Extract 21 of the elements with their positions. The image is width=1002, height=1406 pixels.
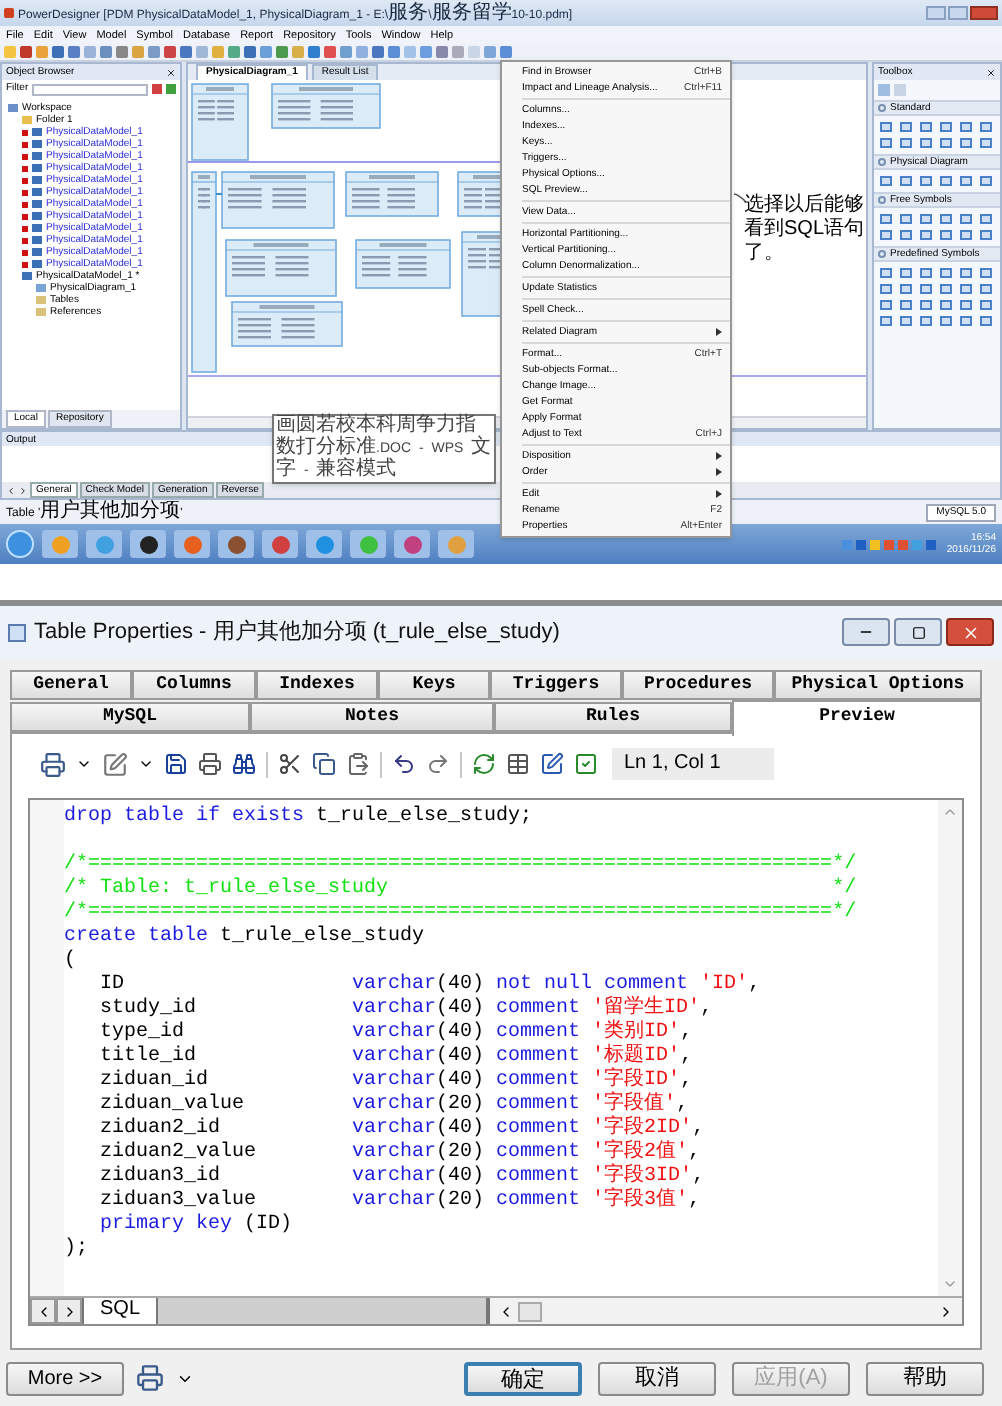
annotation-text: 选择以后能够看到SQL语句了。 (744, 194, 867, 266)
code-line: /*==============================================================*/ (64, 854, 859, 877)
code-line: study_id varchar(40) comment '留学生ID', (98, 998, 715, 1020)
code-line: ); (64, 1238, 91, 1262)
code-line: ziduan3_id varchar(40) comment '字段3ID', (98, 1166, 707, 1188)
code-line: ziduan3_value varchar(20) comment '字段3值', (98, 1190, 703, 1213)
code-line: ziduan2_value varchar(20) comment '字段2值', (98, 1142, 703, 1164)
code-line: ziduan2_id varchar(40) comment '字段2ID', (98, 1118, 707, 1140)
code-line: type_id varchar(40) comment '类别ID', (98, 1022, 695, 1044)
cursor-position: Ln 1, Col 1 (612, 748, 774, 780)
code-line: /* Table: t_rule_else_study */ (64, 878, 859, 901)
code-line: ziduan_value varchar(20) comment '字段值', (98, 1094, 691, 1116)
code-line: title_id varchar(40) comment '标题ID', (98, 1046, 695, 1068)
code-line: ziduan_id varchar(40) comment '字段ID', (98, 1070, 695, 1092)
code-line: ID varchar(40) not null comment 'ID', (98, 974, 763, 996)
code-line: ( (64, 950, 79, 974)
code-line: create table t_rule_else_study (64, 926, 427, 949)
code-line: drop table if exists t_rule_else_study; (64, 806, 535, 830)
window-title: Table Properties - 用户其他加分项 (t_rule_else_study) (34, 617, 560, 648)
code-line: /*==============================================================*/ (64, 902, 859, 925)
code-line: primary key (ID) (98, 1214, 295, 1238)
